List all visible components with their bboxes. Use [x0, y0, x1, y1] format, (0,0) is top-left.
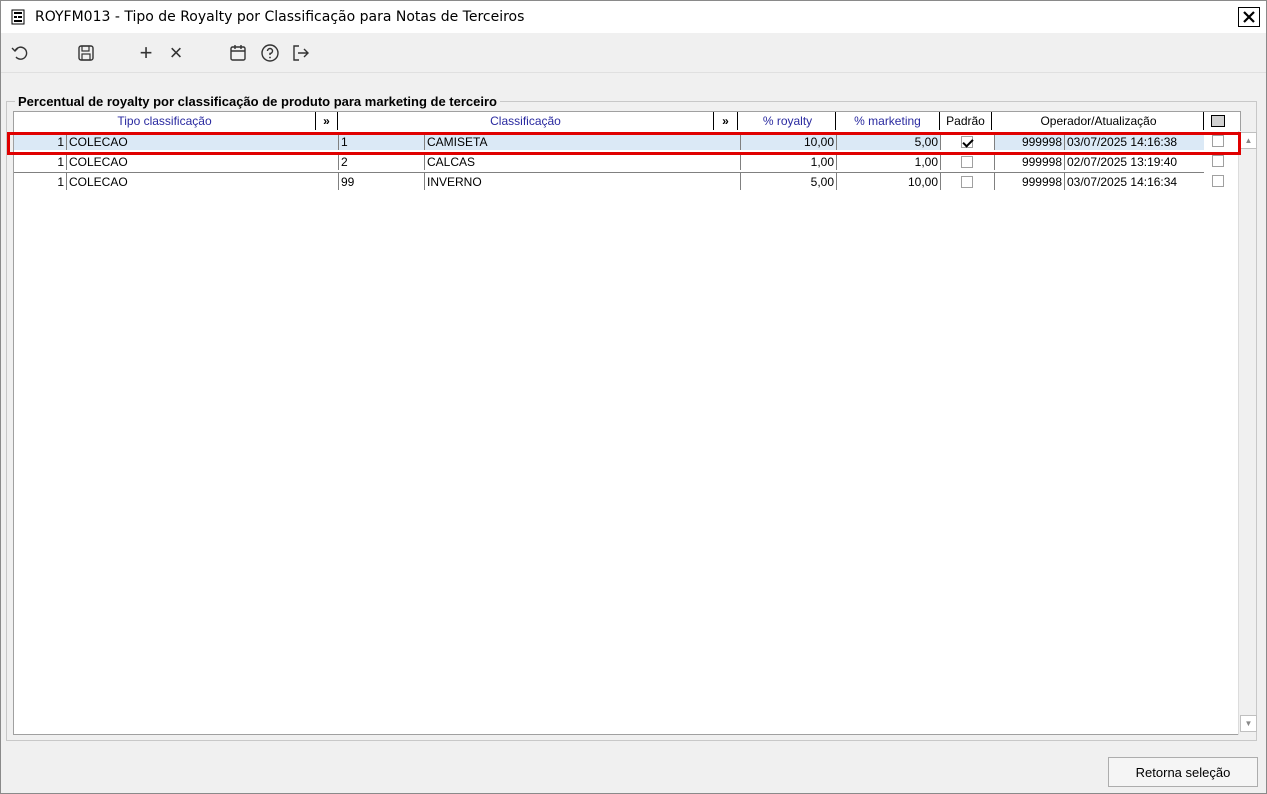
- cell-class-code[interactable]: 1: [338, 132, 424, 150]
- close-icon: [1243, 11, 1255, 23]
- close-button[interactable]: [1238, 7, 1260, 27]
- cell-tipo-name[interactable]: COLECAO: [66, 132, 338, 150]
- cell-operador: 999998: [994, 132, 1064, 150]
- cell-class-code[interactable]: 99: [338, 172, 424, 190]
- select-all-checkbox[interactable]: [1211, 115, 1225, 127]
- document-icon: [11, 9, 25, 25]
- padrao-checkbox[interactable]: [961, 176, 973, 188]
- padrao-checkbox[interactable]: [961, 136, 973, 148]
- cell-select[interactable]: [1204, 132, 1232, 150]
- header-royalty[interactable]: % royalty: [740, 112, 836, 130]
- cell-operador: 999998: [994, 172, 1064, 190]
- royalty-panel: Percentual de royalty por classificação …: [5, 93, 1260, 741]
- cell-marketing[interactable]: 10,00: [836, 172, 940, 190]
- help-button[interactable]: [259, 42, 281, 64]
- cell-padrao[interactable]: [940, 132, 994, 150]
- header-tipo-classificacao[interactable]: Tipo classificação: [14, 112, 316, 130]
- help-icon: [261, 44, 279, 62]
- save-button[interactable]: [75, 42, 97, 64]
- group-label: Percentual de royalty por classificação …: [15, 94, 500, 109]
- cell-padrao[interactable]: [940, 152, 994, 170]
- padrao-checkbox[interactable]: [961, 156, 973, 168]
- cell-atualizacao: 02/07/2025 13:19:40: [1064, 152, 1204, 170]
- cell-royalty[interactable]: 1,00: [740, 152, 836, 170]
- header-select-all[interactable]: [1204, 112, 1232, 130]
- save-icon: [78, 45, 94, 61]
- royalty-grid: Tipo classificação » Classificação » % r…: [13, 111, 1241, 735]
- table-row[interactable]: 1 COLECAO 1 CAMISETA 10,00 5,00 999998 0…: [14, 131, 1240, 151]
- cell-tipo-code[interactable]: 1: [14, 132, 66, 150]
- cell-class-name[interactable]: INVERNO: [424, 172, 740, 190]
- title-bar: ROYFM013 - Tipo de Royalty por Classific…: [1, 1, 1266, 33]
- cell-operador: 999998: [994, 152, 1064, 170]
- cell-padrao[interactable]: [940, 172, 994, 190]
- row-select-checkbox[interactable]: [1212, 155, 1224, 167]
- cell-tipo-name[interactable]: COLECAO: [66, 172, 338, 190]
- cell-atualizacao: 03/07/2025 14:16:34: [1064, 172, 1204, 190]
- cell-atualizacao: 03/07/2025 14:16:38: [1064, 132, 1204, 150]
- cell-royalty[interactable]: 10,00: [740, 132, 836, 150]
- cell-tipo-code[interactable]: 1: [14, 172, 66, 190]
- header-tipo-lookup[interactable]: »: [316, 112, 338, 130]
- delete-button[interactable]: ×: [165, 40, 187, 65]
- row-select-checkbox[interactable]: [1212, 135, 1224, 147]
- cell-select[interactable]: [1204, 152, 1232, 170]
- cell-class-name[interactable]: CALCAS: [424, 152, 740, 170]
- cell-marketing[interactable]: 1,00: [836, 152, 940, 170]
- table-row[interactable]: 1 COLECAO 2 CALCAS 1,00 1,00 999998 02/0…: [14, 151, 1240, 171]
- cell-tipo-code[interactable]: 1: [14, 152, 66, 170]
- cell-tipo-name[interactable]: COLECAO: [66, 152, 338, 170]
- header-classificacao[interactable]: Classificação: [338, 112, 714, 130]
- cell-class-code[interactable]: 2: [338, 152, 424, 170]
- cell-marketing[interactable]: 5,00: [836, 132, 940, 150]
- header-classificacao-lookup[interactable]: »: [714, 112, 738, 130]
- scroll-up-button[interactable]: ▲: [1240, 132, 1257, 149]
- header-operador-atualizacao[interactable]: Operador/Atualização: [994, 112, 1204, 130]
- exit-icon: [293, 45, 309, 61]
- add-button[interactable]: +: [135, 40, 157, 65]
- calendar-icon: [230, 45, 246, 61]
- vertical-scrollbar[interactable]: ▲ ▼: [1238, 131, 1257, 735]
- calendar-button[interactable]: [227, 42, 249, 64]
- header-padrao[interactable]: Padrão: [940, 112, 992, 130]
- delete-icon: ×: [169, 40, 183, 65]
- cell-royalty[interactable]: 5,00: [740, 172, 836, 190]
- app-window: ROYFM013 - Tipo de Royalty por Classific…: [0, 0, 1267, 794]
- cell-select[interactable]: [1204, 172, 1232, 190]
- cell-class-name[interactable]: CAMISETA: [424, 132, 740, 150]
- toolbar: + ×: [1, 34, 1266, 73]
- undo-icon: [11, 46, 28, 60]
- table-row[interactable]: 1 COLECAO 99 INVERNO 5,00 10,00 999998 0…: [14, 171, 1240, 191]
- retorna-selecao-button[interactable]: Retorna seleção: [1108, 757, 1258, 787]
- row-select-checkbox[interactable]: [1212, 175, 1224, 187]
- header-marketing[interactable]: % marketing: [836, 112, 940, 130]
- undo-button[interactable]: [9, 42, 31, 64]
- window-title: ROYFM013 - Tipo de Royalty por Classific…: [35, 9, 525, 25]
- exit-button[interactable]: [290, 42, 312, 64]
- add-icon: +: [139, 40, 153, 65]
- scroll-down-button[interactable]: ▼: [1240, 715, 1257, 732]
